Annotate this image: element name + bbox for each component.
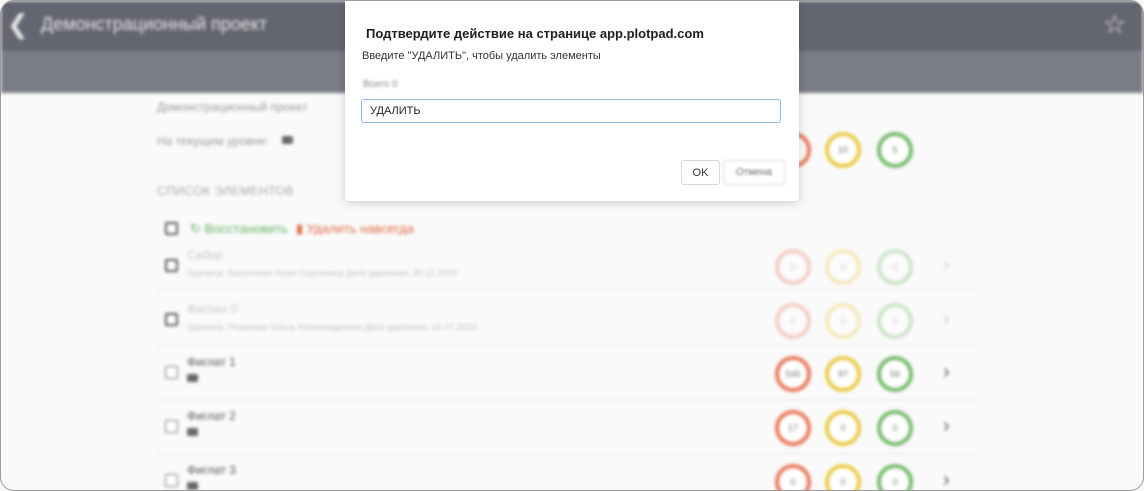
restore-button[interactable]: ↻ Восстановить bbox=[190, 221, 288, 237]
count-green: 0 bbox=[877, 303, 913, 339]
level-label: На текущем уровне: bbox=[157, 134, 270, 148]
row-checkbox[interactable] bbox=[165, 420, 178, 433]
count-yellow: 0 bbox=[825, 249, 861, 285]
row-divider bbox=[157, 453, 975, 454]
folder-icon bbox=[187, 482, 198, 490]
star-icon[interactable]: ☆ bbox=[1103, 9, 1126, 39]
row-checkbox[interactable] bbox=[165, 474, 178, 487]
count-green: 0 bbox=[877, 410, 913, 446]
level-count-green: 5 bbox=[877, 132, 913, 168]
breadcrumb: Демонстрационный проект bbox=[157, 100, 308, 114]
row-divider bbox=[157, 345, 975, 346]
chevron-right-icon[interactable]: › bbox=[943, 470, 950, 490]
chevron-left-icon[interactable]: ❮ bbox=[7, 9, 29, 39]
row-meta: Удалила: Рязанова Ольга Александровна Да… bbox=[187, 322, 477, 332]
level-count-yellow: 10 bbox=[825, 132, 861, 168]
row-meta: Удалила: Василенко Алия Сергеевна Дата у… bbox=[187, 268, 458, 278]
count-green: 56 bbox=[877, 356, 913, 392]
folder-icon bbox=[282, 136, 293, 144]
browser-frame: ❮ Демонстрационный проект ☆ Демонстрацио… bbox=[0, 0, 1144, 491]
cancel-button[interactable]: Отмена bbox=[723, 160, 785, 185]
dialog-title: Подтвердите действие на странице app.plo… bbox=[366, 26, 704, 41]
row-name: Фиглан 0 bbox=[187, 302, 238, 316]
count-yellow: 97 bbox=[825, 356, 861, 392]
confirm-dialog: Подтвердите действие на странице app.plo… bbox=[345, 1, 799, 201]
restore-label: Восстановить bbox=[204, 221, 288, 236]
chevron-right-icon[interactable]: › bbox=[943, 309, 950, 329]
select-all-checkbox[interactable] bbox=[165, 222, 178, 235]
row-name: Фиглат 1 bbox=[187, 355, 236, 369]
count-red: 0 bbox=[775, 303, 811, 339]
chevron-right-icon[interactable]: › bbox=[943, 362, 950, 382]
row-checkbox[interactable] bbox=[165, 313, 178, 326]
row-name: Сабор bbox=[187, 248, 223, 262]
count-green: 0 bbox=[877, 464, 913, 490]
chevron-right-icon[interactable]: › bbox=[943, 416, 950, 436]
count-yellow: 0 bbox=[825, 303, 861, 339]
ok-button[interactable]: OK bbox=[681, 160, 720, 185]
count-yellow: 0 bbox=[825, 464, 861, 490]
page-title: Демонстрационный проект bbox=[41, 14, 268, 34]
count-yellow: 0 bbox=[825, 410, 861, 446]
confirm-input[interactable] bbox=[361, 99, 781, 123]
delete-forever-label: Удалить навсегда bbox=[306, 221, 414, 236]
row-divider bbox=[157, 399, 975, 400]
dialog-message: Введите "УДАЛИТЬ", чтобы удалить элемент… bbox=[362, 50, 601, 62]
chevron-right-icon[interactable]: › bbox=[943, 255, 950, 275]
count-red: 546 bbox=[775, 356, 811, 392]
row-checkbox[interactable] bbox=[165, 259, 178, 272]
count-red: 0 bbox=[775, 464, 811, 490]
count-green: 0 bbox=[877, 249, 913, 285]
count-red: 0 bbox=[775, 249, 811, 285]
row-name: Фиглат 3 bbox=[187, 463, 236, 477]
row-checkbox[interactable] bbox=[165, 366, 178, 379]
row-divider bbox=[157, 290, 975, 291]
folder-icon bbox=[187, 428, 198, 436]
dialog-field-label: Всего 0 bbox=[363, 79, 398, 90]
folder-icon bbox=[187, 374, 198, 382]
section-title: СПИСОК ЭЛЕМЕНТОВ bbox=[157, 184, 294, 198]
count-red: 17 bbox=[775, 410, 811, 446]
delete-forever-button[interactable]: ▮ Удалить навсегда bbox=[296, 221, 414, 237]
row-name: Фиглат 2 bbox=[187, 409, 236, 423]
